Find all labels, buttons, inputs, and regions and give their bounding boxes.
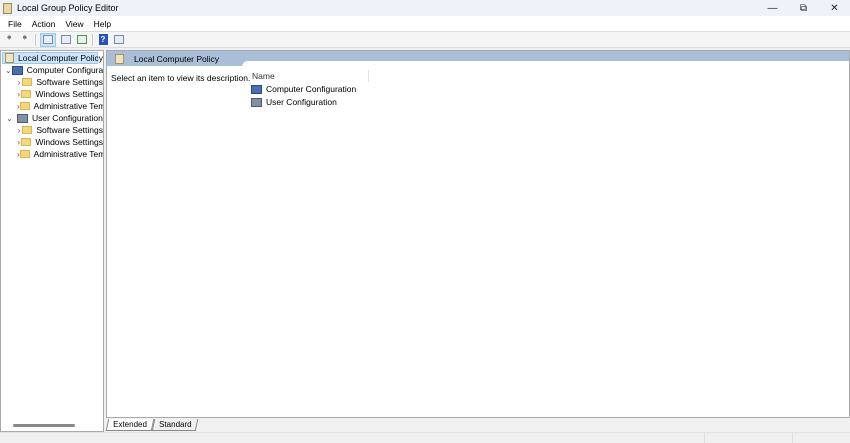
computer-icon [251,84,262,94]
view-tabs: Extended Standard [105,419,199,431]
folder-icon [19,102,30,110]
tree-pane: Local Computer Policy ⌄ Computer Configur… [0,50,104,432]
menu-view[interactable]: View [60,19,88,29]
list-item[interactable]: Computer Configuration [247,83,369,95]
chevron-down-icon[interactable]: ⌄ [5,114,14,123]
tree-node-user-configuration[interactable]: ⌄ User Configuration [1,112,103,124]
list-item[interactable]: User Configuration [247,96,369,108]
show-action-pane-icon[interactable] [113,34,125,46]
folder-icon [22,126,33,134]
menu-action[interactable]: Action [27,19,61,29]
description-text: Select an item to view its description. [111,73,251,83]
tree-node-software-settings[interactable]: › Software Settings [1,124,103,136]
tree-label: Administrative Templates [33,101,103,111]
help-icon[interactable]: ? [97,34,109,46]
details-pane: Local Computer Policy Select an item to … [106,50,850,418]
menu-file[interactable]: File [3,19,27,29]
tab-label: Extended [113,420,147,429]
chevron-right-icon[interactable]: › [17,138,20,147]
folder-icon [19,150,30,158]
tree-node-windows-settings[interactable]: › Windows Settings [1,136,103,148]
details-title: Local Computer Policy [134,53,220,64]
policy-icon [5,53,14,63]
chevron-right-icon[interactable]: › [17,78,21,87]
tree-label: Windows Settings [35,137,103,147]
column-header-name[interactable]: Name [247,70,369,82]
item-list: Name Computer Configuration User Configu… [247,70,369,108]
restore-button[interactable]: ⧉ [788,0,819,16]
chevron-down-icon[interactable]: ⌄ [5,66,12,75]
tree-label: Local Computer Policy [18,53,104,63]
horizontal-scrollbar[interactable] [13,424,75,427]
close-button[interactable]: ✕ [819,0,850,16]
tab-label: Standard [158,420,192,429]
folder-icon [21,90,32,98]
properties-icon[interactable] [60,34,72,46]
tab-standard[interactable]: Standard [151,419,199,431]
tab-extended[interactable]: Extended [105,419,155,431]
user-icon [17,113,28,123]
policy-icon [115,53,124,64]
folder-icon [21,138,32,146]
separator [35,33,36,46]
tree-label: Software Settings [36,125,103,135]
status-bar [0,432,850,443]
minimize-button[interactable]: — [757,0,788,16]
tree-node-software-settings[interactable]: › Software Settings [1,76,103,88]
tree-label: Software Settings [36,77,103,87]
tree-label: Administrative Templates [33,149,103,159]
back-icon[interactable]: 🠸 [3,33,15,46]
menu-help[interactable]: Help [89,19,116,29]
separator [92,33,93,46]
tree-node-computer-configuration[interactable]: ⌄ Computer Configuration [1,64,103,76]
chevron-right-icon[interactable]: › [17,90,20,99]
toolbar: 🠸 🠺 ? [0,31,850,48]
item-label: Computer Configuration [266,84,357,94]
export-list-icon[interactable] [76,34,88,46]
forward-icon[interactable]: 🠺 [19,33,31,46]
menu-bar: File Action View Help [0,16,850,31]
tree-node-windows-settings[interactable]: › Windows Settings [1,88,103,100]
folder-icon [22,78,33,86]
computer-icon [11,65,23,75]
tree-label: Windows Settings [35,89,103,99]
tree-node-administrative-templates[interactable]: ›Administrative Templates [1,100,103,112]
show-hide-tree-icon[interactable] [40,32,56,47]
title-bar: Local Group Policy Editor — ⧉ ✕ [0,0,850,16]
user-icon [251,97,262,107]
item-label: User Configuration [266,97,337,107]
tree-label: Computer Configuration [26,65,104,75]
tree-root[interactable]: Local Computer Policy [2,52,103,64]
tree-label: User Configuration [32,113,103,123]
details-header: Local Computer Policy [107,51,849,67]
chevron-right-icon[interactable]: › [17,126,21,135]
app-icon [3,2,12,14]
tree-node-administrative-templates[interactable]: ›Administrative Templates [1,148,103,160]
window-title: Local Group Policy Editor [17,3,119,13]
